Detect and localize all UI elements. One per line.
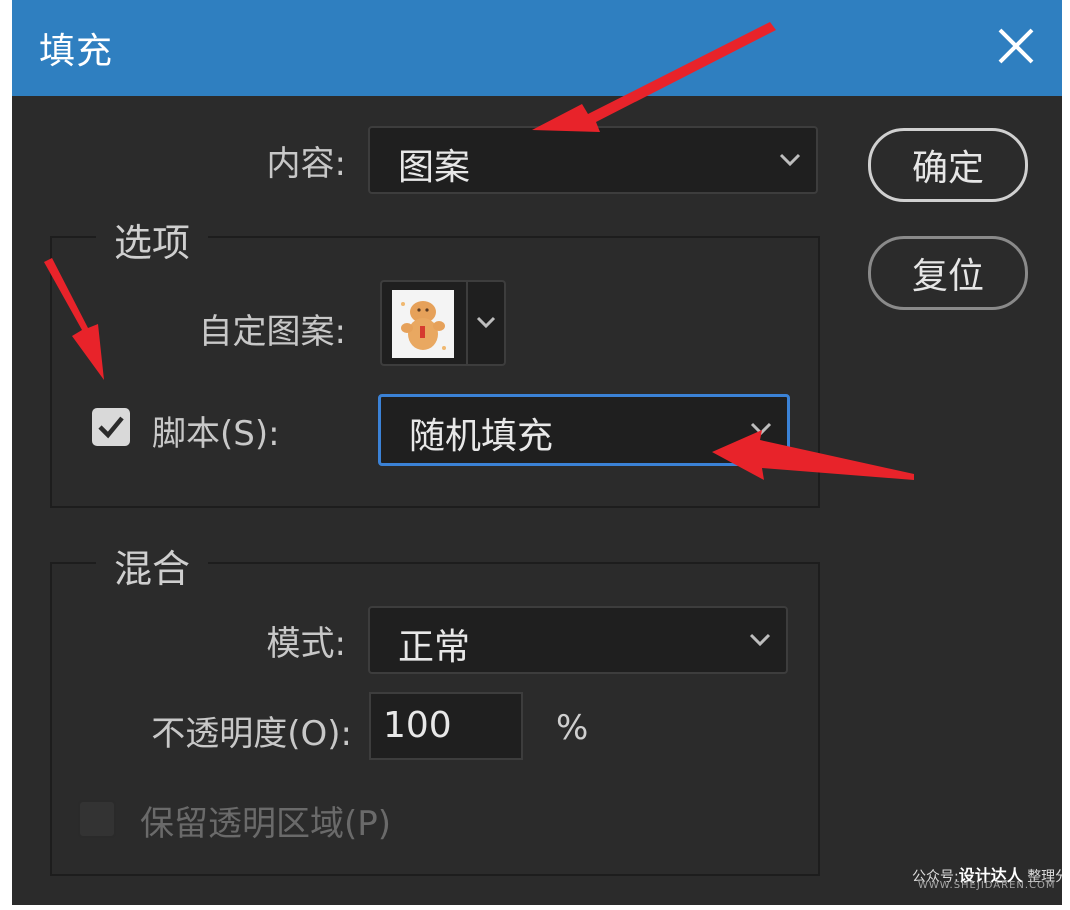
custom-pattern-label: 自定图案: xyxy=(198,312,346,352)
reset-button[interactable]: 复位 xyxy=(868,236,1028,310)
opacity-label: 不透明度(O): xyxy=(151,714,352,754)
pattern-picker-divider xyxy=(466,282,468,364)
pattern-picker[interactable] xyxy=(380,280,506,366)
script-select-value: 随机填充 xyxy=(409,416,554,457)
script-label: 脚本(S): xyxy=(152,414,280,454)
mode-select[interactable]: 正常 xyxy=(368,606,788,674)
pattern-thumbnail xyxy=(392,290,454,358)
preserve-transparency-checkbox[interactable] xyxy=(78,800,116,838)
options-group xyxy=(50,236,820,508)
close-icon[interactable] xyxy=(988,18,1044,74)
ok-button[interactable]: 确定 xyxy=(868,128,1028,202)
opacity-input[interactable]: 100 xyxy=(369,692,523,760)
options-group-title: 选项 xyxy=(96,212,209,267)
chevron-down-icon xyxy=(750,422,772,436)
script-checkbox[interactable] xyxy=(92,408,130,446)
content-select-value: 图案 xyxy=(398,147,471,188)
chevron-down-icon xyxy=(779,153,801,167)
preserve-transparency-label: 保留透明区域(P) xyxy=(140,804,392,844)
blend-group-title: 混合 xyxy=(96,538,209,593)
watermark-line2: WWW.SHEJIDAREN.COM xyxy=(918,880,1056,891)
title-bar: 填充 xyxy=(12,0,1062,96)
mode-label: 模式: xyxy=(266,624,346,664)
dialog-title: 填充 xyxy=(39,31,114,72)
checkmark-icon xyxy=(98,416,124,439)
script-select[interactable]: 随机填充 xyxy=(378,394,790,466)
fill-dialog: 填充 内容: 图案 确定 复位 选项 自定图案: 脚本(S): 随机填充 混合 … xyxy=(12,0,1062,905)
mode-select-value: 正常 xyxy=(398,627,471,668)
content-select[interactable]: 图案 xyxy=(368,126,818,194)
opacity-unit: % xyxy=(556,708,589,748)
chevron-down-icon xyxy=(749,633,771,647)
chevron-down-icon xyxy=(476,316,496,329)
content-label: 内容: xyxy=(266,144,346,184)
